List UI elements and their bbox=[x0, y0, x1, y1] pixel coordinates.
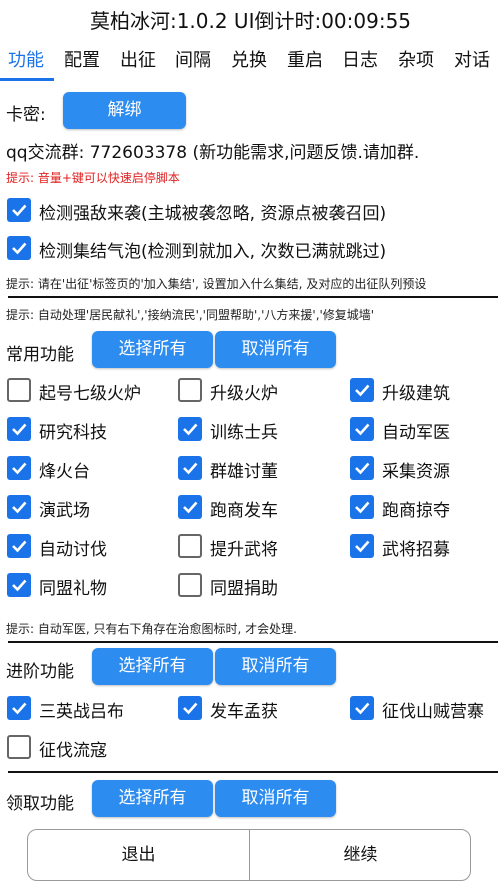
common-item-checkbox[interactable] bbox=[178, 378, 202, 402]
common-item-checkbox[interactable] bbox=[7, 495, 31, 519]
common-item-label: 烽火台 bbox=[39, 462, 90, 482]
check-icon bbox=[12, 462, 27, 475]
check-icon bbox=[355, 423, 370, 436]
tab-interval[interactable]: 间隔 bbox=[175, 48, 211, 74]
check-icon bbox=[12, 423, 27, 436]
check-icon bbox=[355, 462, 370, 475]
common-item-label: 演武场 bbox=[39, 501, 90, 521]
common-item-checkbox[interactable] bbox=[178, 417, 202, 441]
divider bbox=[8, 771, 498, 773]
tab-exchange[interactable]: 兑换 bbox=[231, 48, 267, 74]
detect-rally-label: 检测集结气泡(检测到就加入, 次数已满就跳过) bbox=[39, 242, 387, 262]
tab-dialog[interactable]: 对话 bbox=[454, 48, 490, 74]
detect-rally-checkbox[interactable] bbox=[7, 236, 31, 260]
common-item-checkbox[interactable] bbox=[7, 573, 31, 597]
collect-deselect-all-button[interactable]: 取消所有 bbox=[215, 780, 336, 817]
app-screen: 莫柏冰河:1.0.2 UI倒计时:00:09:55 功能 配置 出征 间隔 兑换… bbox=[0, 0, 501, 895]
advanced-item-checkbox[interactable] bbox=[7, 696, 31, 720]
common-item-checkbox[interactable] bbox=[178, 573, 202, 597]
common-item-checkbox[interactable] bbox=[7, 417, 31, 441]
check-icon bbox=[183, 501, 198, 514]
common-item-label: 起号七级火炉 bbox=[39, 384, 141, 404]
check-icon bbox=[12, 242, 27, 255]
collect-section-title: 领取功能 bbox=[6, 794, 74, 814]
app-title: 莫柏冰河:1.0.2 UI倒计时:00:09:55 bbox=[89, 9, 412, 33]
tab-bar: 功能 配置 出征 间隔 兑换 重启 日志 杂项 对话 bbox=[0, 44, 501, 84]
common-item-label: 自动讨伐 bbox=[39, 540, 107, 560]
unbind-button[interactable]: 解绑 bbox=[63, 92, 186, 129]
check-icon bbox=[183, 423, 198, 436]
common-item-checkbox[interactable] bbox=[178, 534, 202, 558]
common-item-checkbox[interactable] bbox=[7, 534, 31, 558]
tab-log[interactable]: 日志 bbox=[342, 48, 378, 74]
advanced-deselect-all-button[interactable]: 取消所有 bbox=[215, 648, 336, 685]
common-item-label: 升级建筑 bbox=[382, 384, 450, 404]
check-icon bbox=[183, 702, 198, 715]
exit-button[interactable]: 退出 bbox=[28, 830, 249, 880]
common-item-checkbox[interactable] bbox=[350, 378, 374, 402]
bottom-button-bar: 退出 继续 bbox=[27, 829, 471, 881]
common-item-label: 研究科技 bbox=[39, 423, 107, 443]
advanced-item-label: 征伐山贼营寨 bbox=[382, 702, 484, 722]
common-section-title: 常用功能 bbox=[6, 345, 74, 365]
advanced-select-all-button[interactable]: 选择所有 bbox=[92, 648, 213, 685]
common-item-label: 训练士兵 bbox=[210, 423, 278, 443]
tab-march[interactable]: 出征 bbox=[120, 48, 156, 74]
common-item-checkbox[interactable] bbox=[350, 456, 374, 480]
common-item-label: 武将招募 bbox=[382, 540, 450, 560]
advanced-item-checkbox[interactable] bbox=[350, 696, 374, 720]
common-item-label: 跑商掠夺 bbox=[382, 501, 450, 521]
check-icon bbox=[355, 702, 370, 715]
tab-features[interactable]: 功能 bbox=[8, 48, 44, 74]
check-icon bbox=[12, 204, 27, 217]
collect-select-all-button[interactable]: 选择所有 bbox=[92, 780, 213, 817]
check-icon bbox=[12, 579, 27, 592]
card-key-label: 卡密: bbox=[6, 105, 46, 125]
common-item-checkbox[interactable] bbox=[350, 417, 374, 441]
detect-enemy-label: 检测强敌来袭(主城被袭忽略, 资源点被袭召回) bbox=[39, 204, 387, 224]
common-item-checkbox[interactable] bbox=[350, 495, 374, 519]
advanced-item-label: 发车孟获 bbox=[210, 702, 278, 722]
tab-misc[interactable]: 杂项 bbox=[398, 48, 434, 74]
rally-hint: 提示: 请在'出征'标签页的'加入集结', 设置加入什么集结, 及对应的出征队列… bbox=[6, 277, 427, 291]
common-item-label: 采集资源 bbox=[382, 462, 450, 482]
advanced-item-label: 三英战吕布 bbox=[39, 702, 124, 722]
check-icon bbox=[355, 501, 370, 514]
common-item-checkbox[interactable] bbox=[7, 378, 31, 402]
check-icon bbox=[355, 384, 370, 397]
detect-enemy-checkbox[interactable] bbox=[7, 198, 31, 222]
common-item-label: 自动军医 bbox=[382, 423, 450, 443]
common-item-label: 提升武将 bbox=[210, 540, 278, 560]
advanced-item-checkbox[interactable] bbox=[178, 696, 202, 720]
divider bbox=[8, 641, 498, 643]
divider bbox=[8, 296, 498, 298]
common-item-checkbox[interactable] bbox=[178, 456, 202, 480]
check-icon bbox=[12, 501, 27, 514]
check-icon bbox=[183, 462, 198, 475]
tab-restart[interactable]: 重启 bbox=[287, 48, 323, 74]
advanced-item-checkbox[interactable] bbox=[7, 735, 31, 759]
advanced-item-label: 征伐流寇 bbox=[39, 741, 107, 761]
volume-hint: 提示: 音量+键可以快速启停脚本 bbox=[6, 171, 180, 185]
continue-button[interactable]: 继续 bbox=[250, 830, 470, 880]
common-item-checkbox[interactable] bbox=[350, 534, 374, 558]
common-item-checkbox[interactable] bbox=[7, 456, 31, 480]
common-select-all-button[interactable]: 选择所有 bbox=[92, 331, 213, 368]
qq-group-text: qq交流群: 772603378 (新功能需求,问题反馈.请加群. bbox=[6, 143, 420, 163]
advanced-section-title: 进阶功能 bbox=[6, 662, 74, 682]
common-item-label: 跑商发车 bbox=[210, 501, 278, 521]
tab-config[interactable]: 配置 bbox=[64, 48, 100, 74]
common-item-checkbox[interactable] bbox=[178, 495, 202, 519]
check-icon bbox=[355, 540, 370, 553]
common-item-label: 同盟礼物 bbox=[39, 579, 107, 599]
common-deselect-all-button[interactable]: 取消所有 bbox=[215, 331, 336, 368]
common-item-label: 群雄讨董 bbox=[210, 462, 278, 482]
check-icon bbox=[12, 702, 27, 715]
medic-hint: 提示: 自动军医, 只有右下角存在治愈图标时, 才会处理. bbox=[6, 622, 297, 636]
check-icon bbox=[12, 540, 27, 553]
auto-handle-hint: 提示: 自动处理'居民献礼','接纳流民','同盟帮助','八方来援','修复城… bbox=[6, 308, 375, 322]
common-item-label: 升级火炉 bbox=[210, 384, 278, 404]
active-tab-indicator bbox=[0, 78, 54, 81]
common-item-label: 同盟捐助 bbox=[210, 579, 278, 599]
